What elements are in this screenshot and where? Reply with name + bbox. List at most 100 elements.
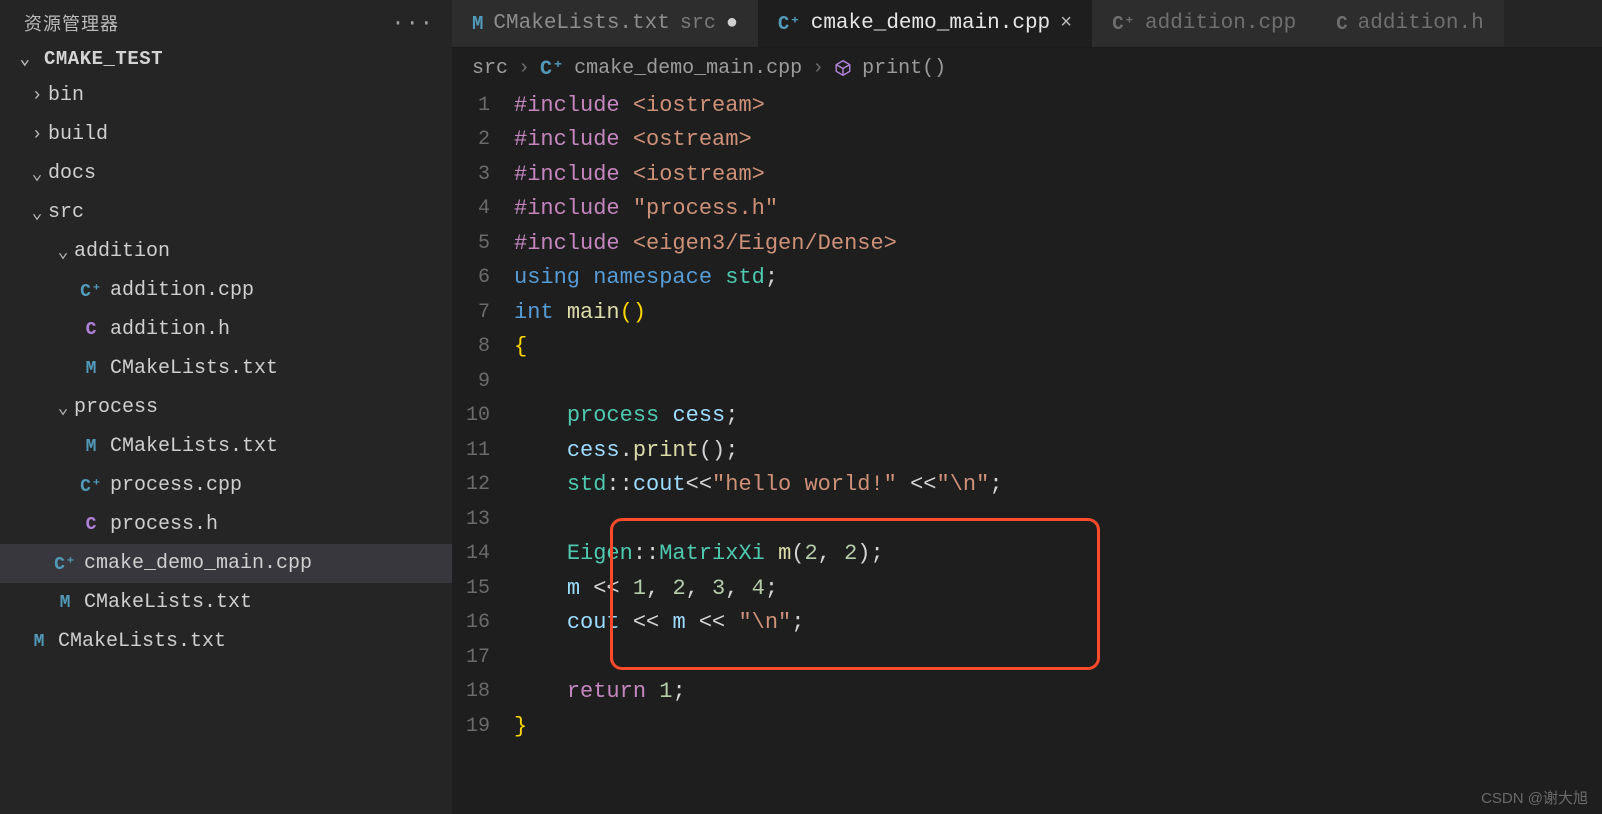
code-line[interactable]: 5#include <eigen3/Eigen/Dense> <box>452 226 1602 261</box>
tree-folder[interactable]: ⌄addition <box>0 232 452 271</box>
line-number: 5 <box>452 232 514 255</box>
code-content: { <box>514 334 527 359</box>
m-file-icon: M <box>52 593 78 613</box>
code-content: std::cout<<"hello world!" <<"\n"; <box>514 472 1003 497</box>
tree-item-label: process.h <box>110 513 218 536</box>
code-line[interactable]: 19} <box>452 709 1602 744</box>
code-line[interactable]: 8{ <box>452 330 1602 365</box>
tab-suffix: src <box>680 12 716 35</box>
code-line[interactable]: 13 <box>452 502 1602 537</box>
c-file-icon: C <box>78 320 104 340</box>
breadcrumb[interactable]: src › C⁺ cmake_demo_main.cpp › print() <box>452 48 1602 88</box>
tree-folder[interactable]: ⌄docs <box>0 154 452 193</box>
line-number: 2 <box>452 128 514 151</box>
tree-folder[interactable]: ›bin <box>0 76 452 115</box>
code-content: cess.print(); <box>514 438 738 463</box>
code-line[interactable]: 17 <box>452 640 1602 675</box>
line-number: 9 <box>452 370 514 393</box>
line-number: 15 <box>452 577 514 600</box>
chevron-right-icon: › <box>26 125 48 145</box>
chevron-right-icon: › <box>812 57 824 80</box>
tree-item-label: cmake_demo_main.cpp <box>84 552 312 575</box>
tree-item-label: CMakeLists.txt <box>58 630 226 653</box>
code-content: int main() <box>514 300 646 325</box>
cpp-icon: C⁺ <box>540 55 564 81</box>
tree-file[interactable]: MCMakeLists.txt <box>0 349 452 388</box>
code-line[interactable]: 16 cout << m << "\n"; <box>452 606 1602 641</box>
file-tree: ›bin›build⌄docs⌄src⌄additionC⁺addition.c… <box>0 76 452 814</box>
tree-file[interactable]: C⁺cmake_demo_main.cpp <box>0 544 452 583</box>
tree-item-label: addition.h <box>110 318 230 341</box>
tree-file[interactable]: MCMakeLists.txt <box>0 622 452 661</box>
tree-file[interactable]: C⁺addition.cpp <box>0 271 452 310</box>
code-line[interactable]: 9 <box>452 364 1602 399</box>
tree-item-label: addition <box>74 240 170 263</box>
code-content: return 1; <box>514 679 686 704</box>
tree-item-label: src <box>48 201 84 224</box>
tab-label: addition.cpp <box>1145 12 1296 35</box>
code-line[interactable]: 7int main() <box>452 295 1602 330</box>
line-number: 10 <box>452 404 514 427</box>
project-root[interactable]: ⌄ CMAKE_TEST <box>0 44 452 76</box>
more-actions-icon[interactable]: ··· <box>391 11 434 36</box>
chevron-right-icon: › <box>518 57 530 80</box>
code-line[interactable]: 3#include <iostream> <box>452 157 1602 192</box>
line-number: 16 <box>452 611 514 634</box>
code-editor[interactable]: 1#include <iostream>2#include <ostream>3… <box>452 88 1602 814</box>
breadcrumb-seg: print() <box>862 57 946 80</box>
c-file-icon: C <box>78 515 104 535</box>
breadcrumb-seg: src <box>472 57 508 80</box>
tree-folder[interactable]: ›build <box>0 115 452 154</box>
code-line[interactable]: 6using namespace std; <box>452 261 1602 296</box>
tree-file[interactable]: Cprocess.h <box>0 505 452 544</box>
tree-file[interactable]: Caddition.h <box>0 310 452 349</box>
editor-tab[interactable]: C⁺cmake_demo_main.cpp× <box>758 0 1092 47</box>
chevron-right-icon: › <box>26 86 48 106</box>
chevron-down-icon: ⌄ <box>26 163 48 185</box>
c-file-icon: C <box>1336 13 1347 35</box>
code-content: #include <iostream> <box>514 162 765 187</box>
code-line[interactable]: 12 std::cout<<"hello world!" <<"\n"; <box>452 468 1602 503</box>
editor-pane: MCMakeLists.txtsrc●C⁺cmake_demo_main.cpp… <box>452 0 1602 814</box>
editor-tab[interactable]: C⁺ addition.cpp <box>1092 0 1316 47</box>
line-number: 12 <box>452 473 514 496</box>
line-number: 17 <box>452 646 514 669</box>
code-line[interactable]: 2#include <ostream> <box>452 123 1602 158</box>
tree-file[interactable]: MCMakeLists.txt <box>0 427 452 466</box>
code-line[interactable]: 1#include <iostream> <box>452 88 1602 123</box>
tree-folder[interactable]: ⌄process <box>0 388 452 427</box>
tree-folder[interactable]: ⌄src <box>0 193 452 232</box>
code-line[interactable]: 15 m << 1, 2, 3, 4; <box>452 571 1602 606</box>
cppg-file-icon: C⁺ <box>1112 12 1135 35</box>
editor-tabs: MCMakeLists.txtsrc●C⁺cmake_demo_main.cpp… <box>452 0 1602 48</box>
code-line[interactable]: 4#include "process.h" <box>452 192 1602 227</box>
m-file-icon: M <box>78 437 104 457</box>
line-number: 19 <box>452 715 514 738</box>
line-number: 14 <box>452 542 514 565</box>
explorer-sidebar: 资源管理器 ··· ⌄ CMAKE_TEST ›bin›build⌄docs⌄s… <box>0 0 452 814</box>
tree-item-label: CMakeLists.txt <box>110 357 278 380</box>
breadcrumb-seg: cmake_demo_main.cpp <box>574 57 802 80</box>
code-line[interactable]: 11 cess.print(); <box>452 433 1602 468</box>
code-content: #include <eigen3/Eigen/Dense> <box>514 231 897 256</box>
tree-item-label: build <box>48 123 108 146</box>
tree-item-label: CMakeLists.txt <box>84 591 252 614</box>
code-line[interactable]: 14 Eigen::MatrixXi m(2, 2); <box>452 537 1602 572</box>
m-file-icon: M <box>472 13 483 35</box>
editor-tab[interactable]: MCMakeLists.txtsrc● <box>452 0 758 47</box>
method-symbol-icon <box>834 59 852 77</box>
chevron-down-icon: ⌄ <box>52 397 74 419</box>
tree-file[interactable]: M CMakeLists.txt <box>0 583 452 622</box>
tree-item-label: process.cpp <box>110 474 242 497</box>
tree-item-label: bin <box>48 84 84 107</box>
close-tab-icon[interactable]: × <box>1060 12 1072 35</box>
editor-tab[interactable]: Caddition.h <box>1316 0 1503 47</box>
code-line[interactable]: 10 process cess; <box>452 399 1602 434</box>
tree-item-label: addition.cpp <box>110 279 254 302</box>
dirty-indicator-icon: ● <box>726 12 738 35</box>
watermark: CSDN @谢大旭 <box>1481 787 1588 808</box>
code-line[interactable]: 18 return 1; <box>452 675 1602 710</box>
code-content: process cess; <box>514 403 738 428</box>
chevron-down-icon: ⌄ <box>14 48 36 70</box>
tree-file[interactable]: C⁺process.cpp <box>0 466 452 505</box>
